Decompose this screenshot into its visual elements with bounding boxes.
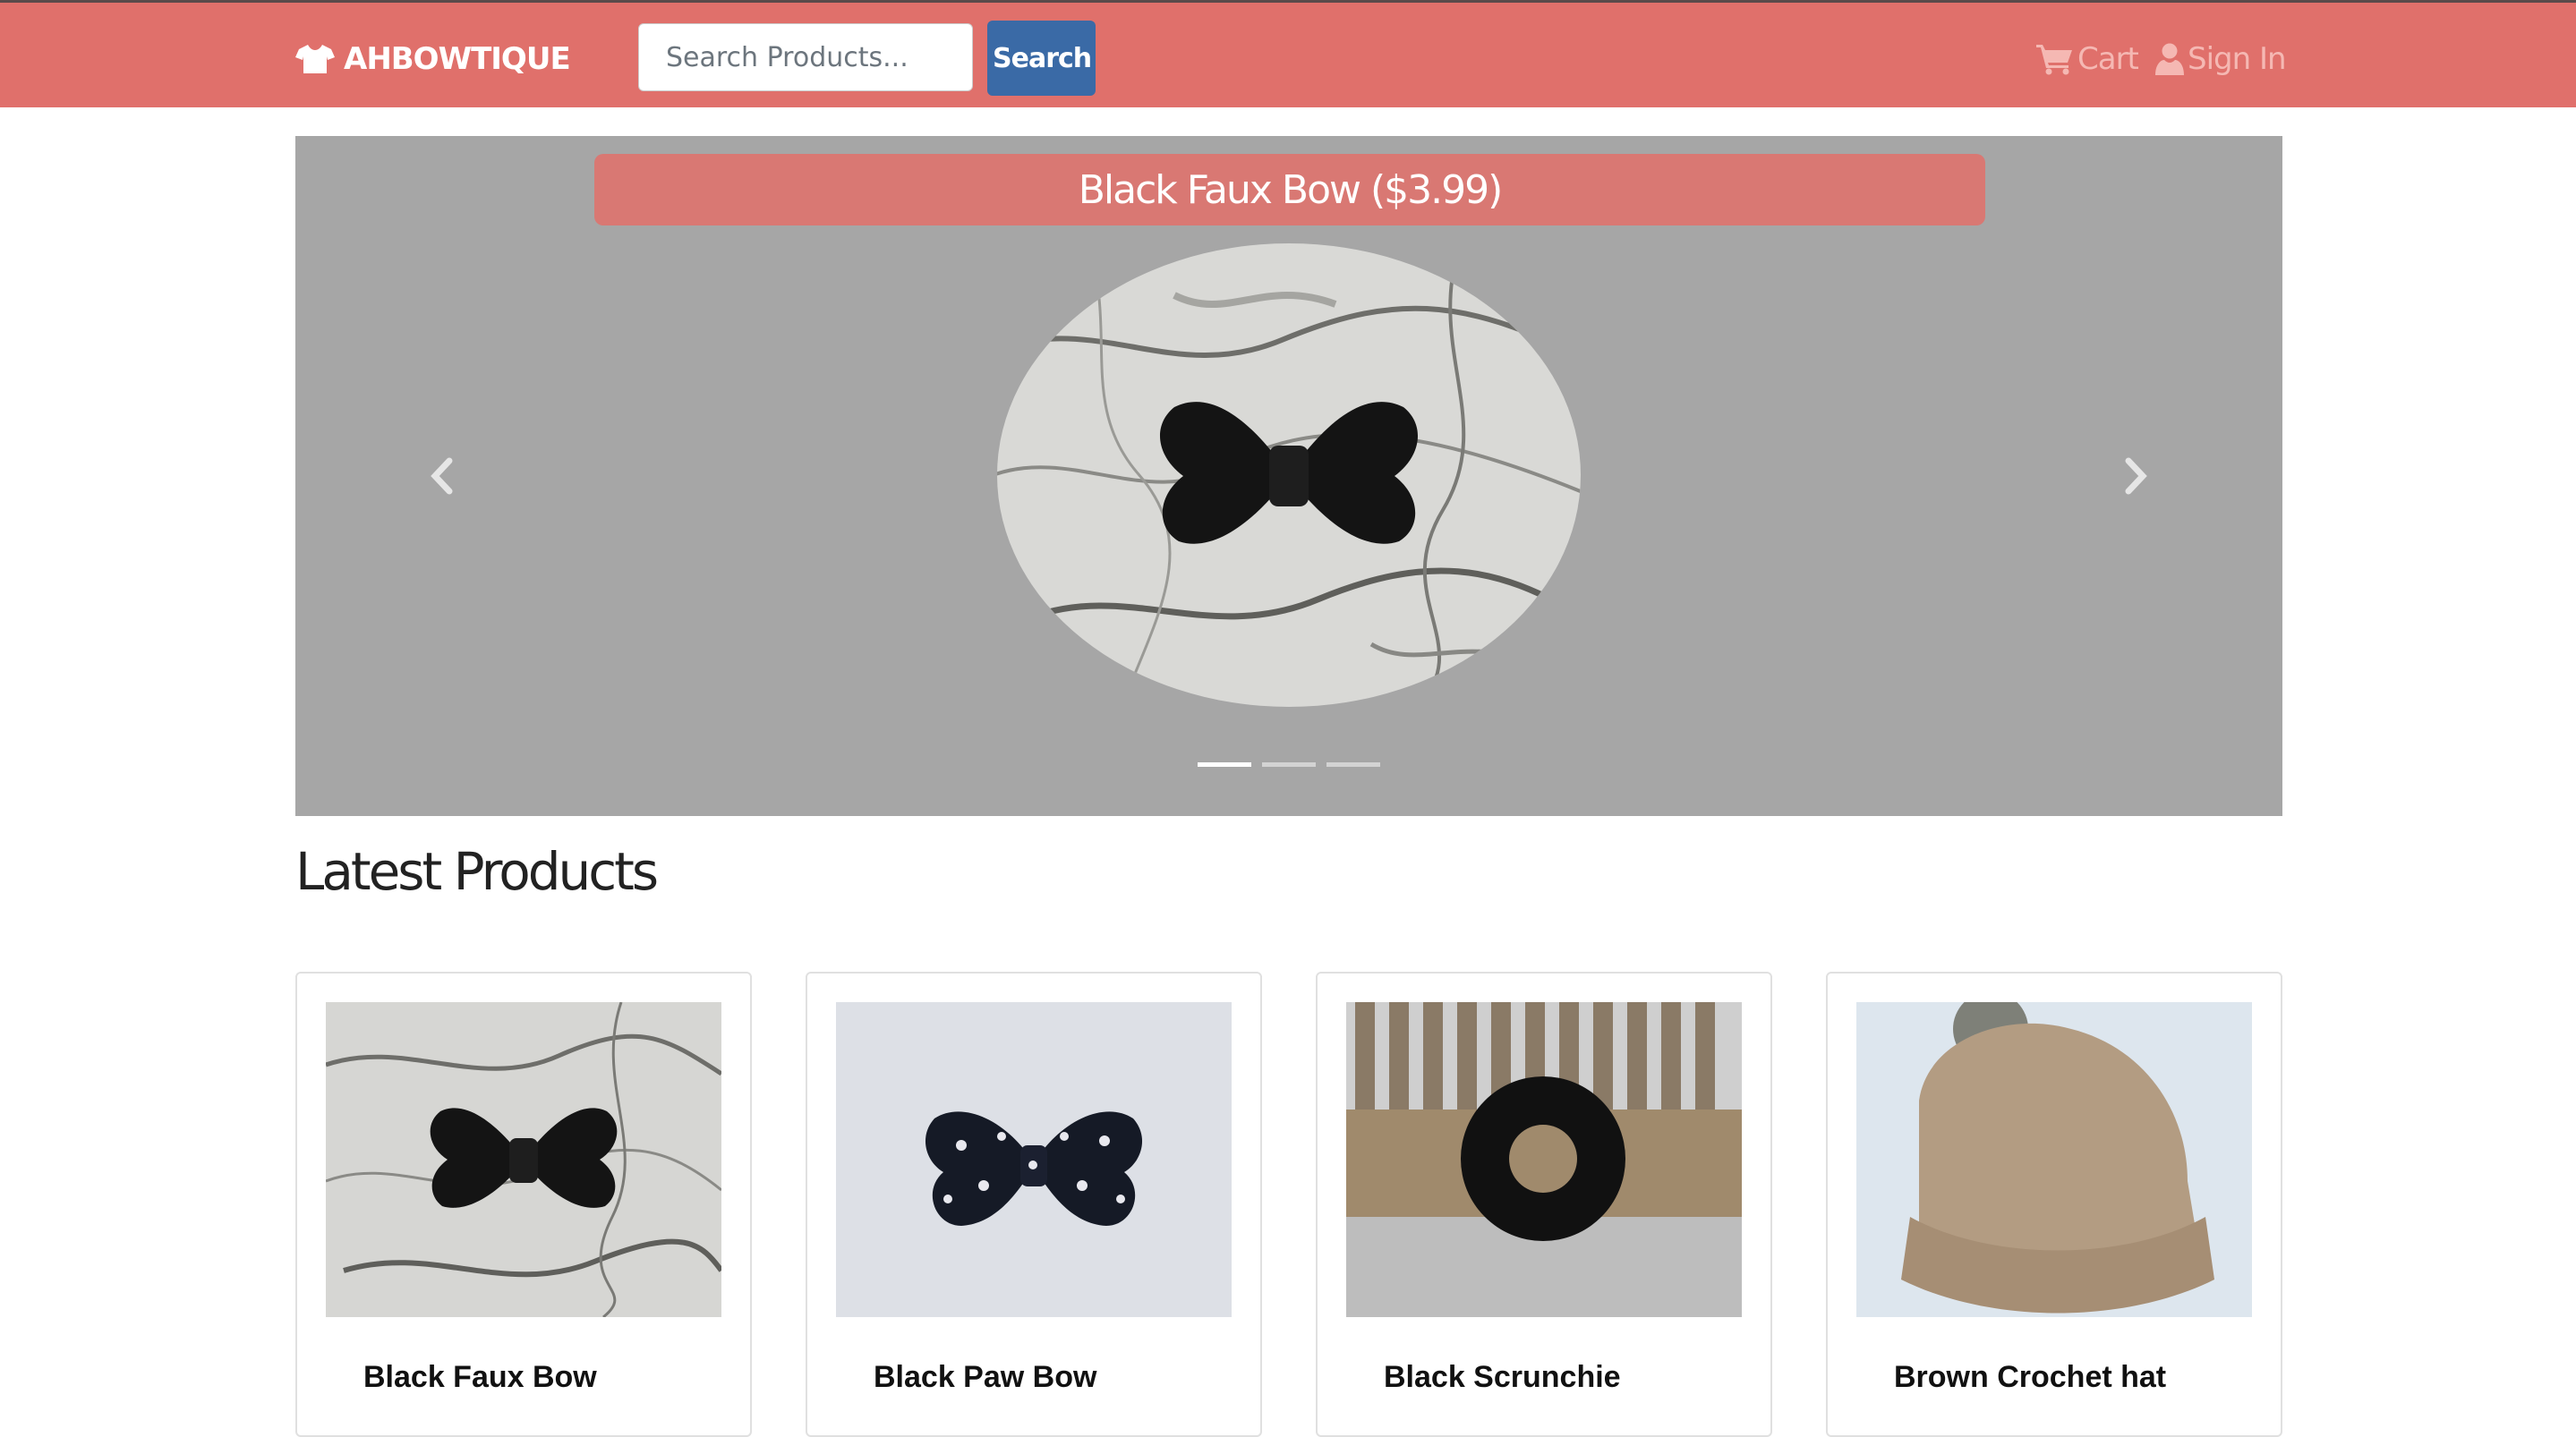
product-card[interactable]: Black Faux Bow [295,972,752,1437]
tshirt-icon [295,45,335,73]
product-name[interactable]: Black Scrunchie [1384,1360,1621,1395]
cart-label: Cart [2077,41,2139,77]
carousel-indicator[interactable] [1326,762,1380,767]
carousel-indicators [1198,762,1380,767]
navbar: AHBOWTIQUE Search Cart Sign In [0,0,2576,107]
product-image[interactable] [326,1002,721,1317]
user-icon [2155,43,2184,75]
product-image[interactable] [836,1002,1232,1317]
product-image[interactable] [1346,1002,1742,1317]
product-card[interactable]: Black Paw Bow [806,972,1262,1437]
product-name[interactable]: Black Faux Bow [363,1360,597,1395]
search-input[interactable] [638,23,973,91]
product-name[interactable]: Brown Crochet hat [1894,1360,2166,1395]
brand-logo[interactable]: AHBOWTIQUE [295,37,571,81]
search-button[interactable]: Search [987,21,1096,96]
sign-in-link[interactable]: Sign In [2155,37,2287,81]
product-image[interactable] [1856,1002,2252,1317]
featured-carousel[interactable]: Black Faux Bow ($3.99) [295,136,2282,816]
carousel-indicator[interactable] [1198,762,1251,767]
cart-link[interactable]: Cart [2036,37,2139,81]
section-title: Latest Products [295,841,659,902]
product-card[interactable]: Black Scrunchie [1316,972,1772,1437]
carousel-next-icon[interactable] [2112,454,2157,498]
carousel-prev-icon[interactable] [421,454,465,498]
sign-in-label: Sign In [2188,41,2287,77]
carousel-caption[interactable]: Black Faux Bow ($3.99) [594,154,1985,225]
slide-image[interactable] [995,242,1582,709]
product-name[interactable]: Black Paw Bow [874,1360,1096,1395]
product-card[interactable]: Brown Crochet hat [1826,972,2282,1437]
cart-icon [2036,45,2072,75]
carousel-indicator[interactable] [1262,762,1316,767]
brand-name: AHBOWTIQUE [344,41,571,77]
